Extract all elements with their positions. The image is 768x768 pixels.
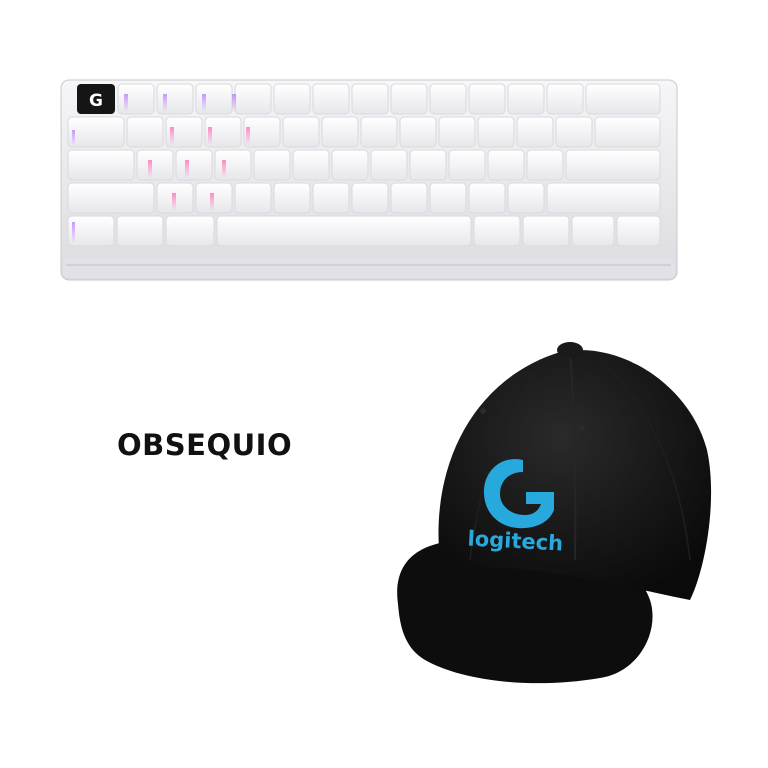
keyboard-row-3 (67, 149, 661, 181)
keyboard-row-4 (67, 182, 661, 214)
keyboard-bezel (63, 258, 675, 278)
cap: logitech (397, 342, 712, 684)
cap-embroidery-text: logitech (467, 527, 564, 556)
spacebar (216, 215, 472, 247)
product-image: G logitech (60, 79, 712, 684)
keyboard: G (60, 79, 678, 281)
promo-label: OBSEQUIO (117, 428, 293, 462)
cap-button (557, 342, 583, 358)
logitech-g-icon: G (89, 91, 103, 111)
keyboard-row-2 (67, 116, 661, 148)
